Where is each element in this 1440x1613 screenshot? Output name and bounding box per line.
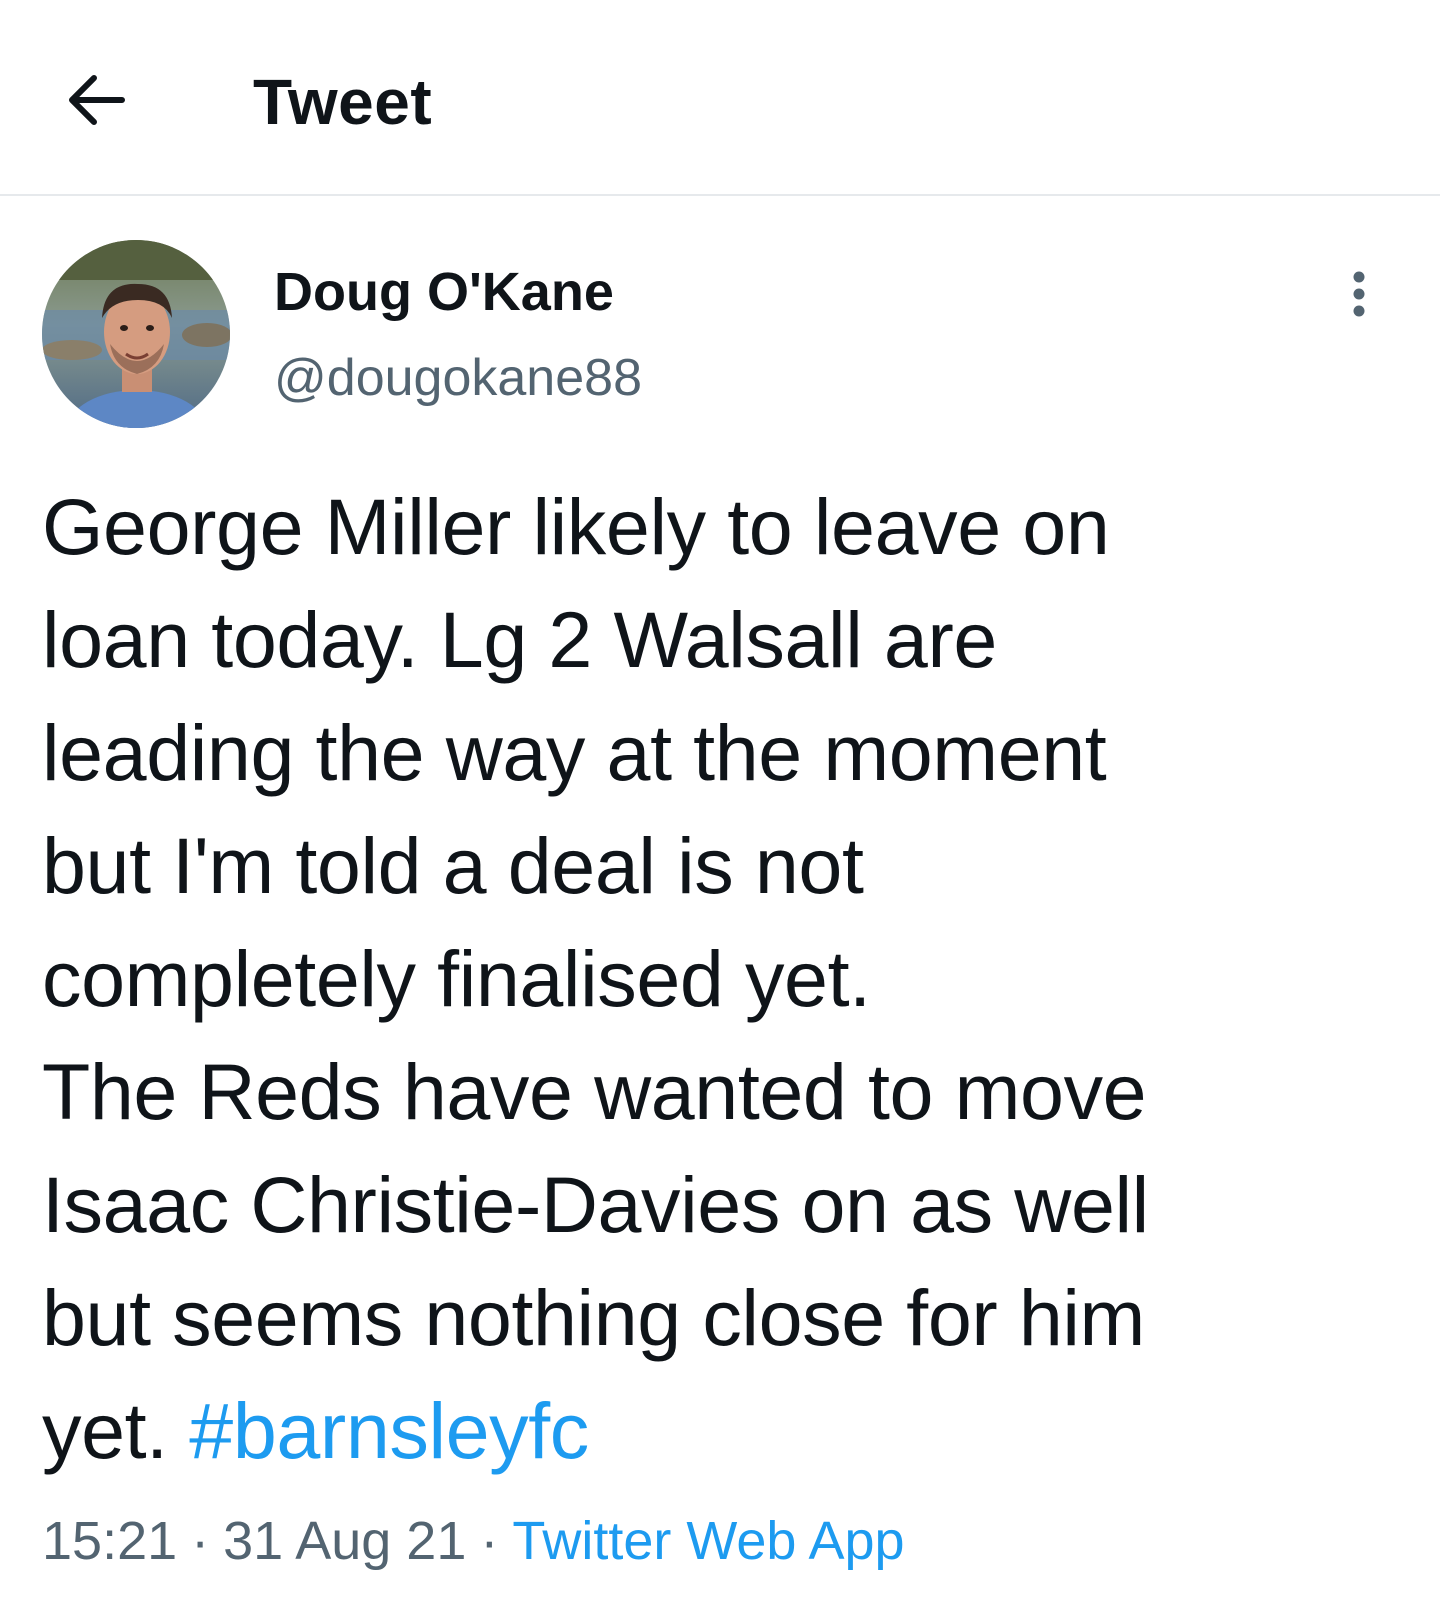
- tweet-text-line: but I'm told a deal is not: [42, 821, 864, 910]
- page-title: Tweet: [253, 66, 433, 138]
- tweet-text-line: The Reds have wanted to move: [42, 1047, 1147, 1136]
- author-handle[interactable]: @dougokane88: [274, 344, 642, 412]
- tweet-text-line: Isaac Christie-Davies on as well: [42, 1160, 1149, 1249]
- arrow-left-icon: [69, 75, 125, 125]
- more-options-button[interactable]: [1344, 270, 1374, 320]
- top-bar: Tweet: [0, 0, 1440, 196]
- tweet-metadata: 15:21 · 31 Aug 21 · Twitter Web App: [42, 1505, 905, 1577]
- back-button[interactable]: [62, 70, 132, 130]
- tweet-source-link[interactable]: Twitter Web App: [512, 1511, 904, 1571]
- tweet-text: George Miller likely to leave on loan to…: [42, 470, 1402, 1487]
- tweet-text-line: but seems nothing close for him: [42, 1273, 1145, 1362]
- separator-dot: ·: [191, 1511, 210, 1571]
- tweet-time: 15:21: [42, 1511, 178, 1571]
- tweet-text-line: leading the way at the moment: [42, 708, 1107, 797]
- author-name[interactable]: Doug O'Kane: [274, 258, 614, 326]
- tweet-text-line: loan today. Lg 2 Walsall are: [42, 595, 997, 684]
- vertical-ellipsis-icon: [1353, 271, 1365, 317]
- avatar[interactable]: [42, 240, 230, 428]
- tweet-date: 31 Aug 21: [223, 1511, 467, 1571]
- tweet-text-line: yet.: [42, 1386, 190, 1475]
- tweet-text-line: completely finalised yet.: [42, 934, 871, 1023]
- separator-dot: ·: [480, 1511, 499, 1571]
- hashtag-link[interactable]: #barnsleyfc: [189, 1386, 589, 1475]
- tweet-text-line: George Miller likely to leave on: [42, 482, 1110, 571]
